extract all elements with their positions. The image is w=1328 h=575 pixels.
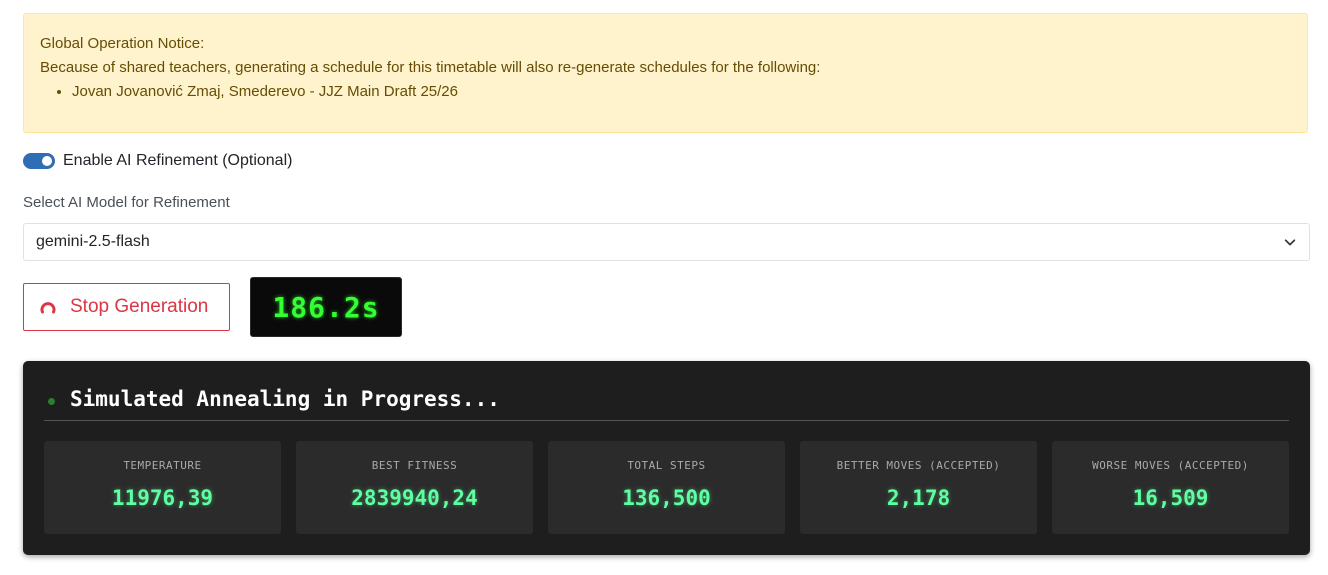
stat-best-fitness: BEST FITNESS 2839940,24: [296, 441, 533, 534]
toggle-knob: [42, 156, 52, 166]
stat-value: 2,178: [886, 486, 951, 510]
affected-timetables-list: Jovan Jovanović Zmaj, Smederevo - JJZ Ma…: [40, 82, 1291, 102]
ai-refinement-toggle[interactable]: [23, 153, 55, 169]
notice-text: Because of shared teachers, generating a…: [40, 59, 821, 76]
stats-row: TEMPERATURE 11976,39 BEST FITNESS 283994…: [44, 441, 1289, 534]
stat-value: 136,500: [622, 486, 711, 510]
stat-label: WORSE MOVES (ACCEPTED): [1092, 459, 1249, 472]
stat-label: TOTAL STEPS: [627, 459, 706, 472]
stat-value: 2839940,24: [351, 486, 478, 510]
stat-label: BEST FITNESS: [371, 459, 458, 472]
model-select-value: gemini-2.5-flash: [36, 233, 150, 250]
list-item: Jovan Jovanović Zmaj, Smederevo - JJZ Ma…: [72, 82, 1291, 102]
stat-total-steps: TOTAL STEPS 136,500: [548, 441, 785, 534]
model-select-label: Select AI Model for Refinement: [23, 194, 230, 211]
stop-generation-button[interactable]: Stop Generation: [23, 283, 230, 331]
stat-label: BETTER MOVES (ACCEPTED): [836, 459, 1001, 472]
chevron-down-icon: [1284, 239, 1296, 246]
stat-label: TEMPERATURE: [123, 459, 202, 472]
annealing-progress-panel: Simulated Annealing in Progress... TEMPE…: [23, 361, 1310, 555]
panel-title: Simulated Annealing in Progress...: [70, 386, 500, 411]
stat-value: 11976,39: [111, 486, 214, 510]
stat-better-moves: BETTER MOVES (ACCEPTED) 2,178: [800, 441, 1037, 534]
global-operation-notice: Global Operation Notice: Because of shar…: [23, 13, 1308, 133]
stat-temperature: TEMPERATURE 11976,39: [44, 441, 281, 534]
stat-worse-moves: WORSE MOVES (ACCEPTED) 16,509: [1052, 441, 1289, 534]
elapsed-timer: 186.2s: [250, 277, 402, 337]
model-select[interactable]: gemini-2.5-flash: [23, 223, 1310, 261]
ai-refinement-toggle-row: Enable AI Refinement (Optional): [23, 152, 292, 170]
ai-refinement-toggle-label[interactable]: Enable AI Refinement (Optional): [63, 152, 292, 170]
notice-title: Global Operation Notice:: [40, 35, 205, 52]
spinner-icon: [40, 302, 56, 314]
stop-generation-label: Stop Generation: [70, 296, 209, 317]
panel-header: Simulated Annealing in Progress...: [44, 377, 1289, 421]
status-dot-icon: [48, 398, 55, 405]
stat-value: 16,509: [1132, 486, 1209, 510]
